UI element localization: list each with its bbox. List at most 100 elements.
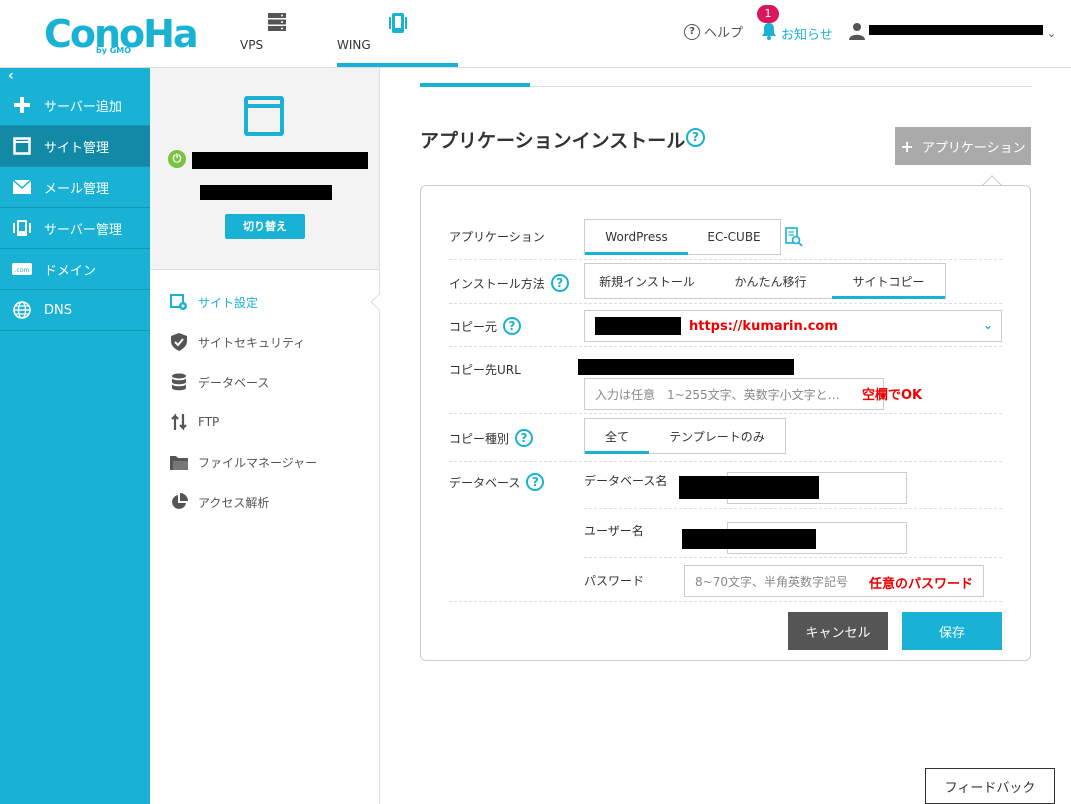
row-divider	[449, 461, 1002, 462]
site-window-icon	[244, 96, 284, 136]
copy-type-help-icon[interactable]: ?	[515, 429, 534, 447]
copy-type-label: コピー種別 ?	[449, 429, 534, 447]
install-method-selector: 新規インストール かんたん移行 サイトコピー	[584, 263, 946, 299]
notice-label: お知らせ	[781, 27, 833, 43]
row-divider	[449, 601, 1002, 602]
transfer-arrows-icon	[170, 413, 188, 431]
chevron-left-icon: ‹	[8, 68, 14, 84]
sidebar-item-server-manage[interactable]: サーバー管理	[0, 208, 150, 249]
notice-badge: 1	[757, 5, 779, 23]
cancel-button[interactable]: キャンセル	[788, 612, 888, 650]
site-info-box: ⏻ 切り替え	[150, 68, 379, 270]
save-button[interactable]: 保存	[902, 612, 1002, 650]
power-icon: ⏻	[168, 150, 186, 168]
site-name-redacted	[192, 152, 368, 169]
option-new-install[interactable]: 新規インストール	[585, 264, 709, 298]
logo-sub: by GMO	[96, 46, 132, 55]
subnav-file-manager[interactable]: ファイルマネージャー	[170, 452, 317, 472]
option-ec-cube[interactable]: EC-CUBE	[688, 220, 780, 254]
subnav-ftp[interactable]: FTP	[170, 412, 219, 432]
row-divider	[584, 557, 1002, 558]
sidebar-item-label: サイト管理	[44, 140, 110, 156]
db-name-label: データベース名	[584, 474, 668, 488]
option-easy-migration[interactable]: かんたん移行	[709, 264, 832, 298]
password-note: 任意のパスワード	[869, 577, 974, 592]
sidebar-item-mail-manage[interactable]: メール管理	[0, 167, 150, 208]
window-icon	[12, 136, 32, 156]
plus-icon	[12, 95, 32, 115]
subnav-database[interactable]: データベース	[170, 372, 269, 392]
main-sidebar: ‹ サーバー追加 サイト管理 メール管理 サーバー管理 .com ドメイン DN…	[0, 68, 150, 804]
page-title: アプリケーションインストール	[420, 130, 686, 152]
nav-wing-label: WING	[337, 38, 371, 52]
phone-icon	[388, 12, 408, 38]
copy-source-help-icon[interactable]: ?	[503, 317, 522, 335]
sidebar-item-domain[interactable]: .com ドメイン	[0, 249, 150, 290]
notice-link[interactable]: お知らせ	[761, 22, 833, 44]
subnav-label: FTP	[198, 415, 220, 429]
title-help-icon[interactable]: ?	[686, 128, 705, 147]
option-all[interactable]: 全て	[585, 419, 649, 454]
help-label: ヘルプ	[704, 26, 744, 41]
user-name-redacted	[869, 25, 1043, 35]
row-divider	[449, 346, 1002, 347]
row-divider	[449, 259, 1002, 260]
copy-source-value: https://kumarin.com	[689, 318, 838, 334]
sidebar-item-server-add[interactable]: サーバー追加	[0, 85, 150, 126]
database-help-icon[interactable]: ?	[526, 473, 545, 491]
copy-dest-label: コピー先URL	[449, 363, 521, 377]
nav-vps-label: VPS	[240, 38, 264, 52]
help-link[interactable]: ? ヘルプ	[684, 22, 743, 41]
subnav-label: データベース	[198, 375, 270, 390]
db-user-redacted	[682, 529, 816, 549]
db-name-redacted	[679, 476, 819, 499]
copy-dest-input[interactable]: 入力は任意 1~255文字、英数字小文字と…	[584, 378, 884, 410]
server-manage-icon	[12, 218, 32, 238]
subnav-label: サイト設定	[198, 295, 259, 310]
site-subpanel: ⏻ 切り替え サイト設定 サイトセキュリティ データベース FTP ファイルマネ…	[150, 68, 380, 804]
folder-icon	[170, 453, 188, 471]
server-icon	[267, 12, 287, 36]
copy-dest-placeholder: 入力は任意 1~255文字、英数字小文字と…	[595, 387, 840, 402]
subnav-label: アクセス解析	[198, 495, 270, 510]
sidebar-collapse-button[interactable]: ‹	[0, 68, 150, 85]
install-method-label: インストール方法 ?	[449, 274, 569, 292]
database-label: データベース ?	[449, 473, 545, 491]
copy-dest-domain-redacted	[578, 359, 794, 375]
sidebar-item-dns[interactable]: DNS	[0, 290, 150, 331]
nav-vps[interactable]: VPS	[240, 0, 314, 67]
copy-dest-note: 空欄でOK	[862, 388, 923, 403]
option-site-copy[interactable]: サイトコピー	[832, 264, 945, 299]
tab-active-indicator	[420, 83, 530, 87]
feedback-button[interactable]: フィードバック	[925, 768, 1055, 804]
add-application-label: アプリケーション	[921, 140, 1026, 156]
password-placeholder: 8~70文字、半角英数字記号	[695, 574, 848, 589]
nav-wing[interactable]: WING	[337, 0, 458, 67]
conoha-logo[interactable]: ConoHa by GMO	[44, 12, 199, 56]
add-application-button[interactable]: + アプリケーション	[895, 127, 1031, 165]
sidebar-item-site-manage[interactable]: サイト管理	[0, 126, 150, 167]
site-domain-redacted	[200, 185, 332, 200]
sidebar-item-label: サーバー追加	[44, 99, 122, 115]
row-divider	[584, 508, 1002, 509]
option-template-only[interactable]: テンプレートのみ	[649, 419, 785, 453]
copy-source-select[interactable]: https://kumarin.com ⌄	[584, 310, 1002, 342]
app-search-icon[interactable]	[785, 227, 803, 251]
subnav-access-analytics[interactable]: アクセス解析	[170, 492, 269, 512]
copy-type-selector: 全て テンプレートのみ	[584, 418, 786, 454]
option-wordpress[interactable]: WordPress	[585, 220, 688, 255]
settings-tabbar	[420, 68, 1032, 87]
user-menu[interactable]: ⌄	[849, 22, 1056, 44]
plus-icon: +	[900, 136, 914, 156]
switch-site-button[interactable]: 切り替え	[225, 214, 305, 239]
sidebar-item-label: ドメイン	[44, 263, 97, 279]
sidebar-item-label: メール管理	[44, 181, 110, 197]
subnav-site-security[interactable]: サイトセキュリティ	[170, 332, 305, 352]
application-label: アプリケーション	[449, 230, 545, 244]
site-settings-icon	[170, 293, 188, 311]
globe-icon	[12, 300, 32, 320]
copy-source-redacted	[595, 317, 681, 335]
install-method-help-icon[interactable]: ?	[550, 274, 569, 292]
subnav-site-settings[interactable]: サイト設定	[170, 292, 258, 312]
domain-icon: .com	[12, 259, 32, 279]
